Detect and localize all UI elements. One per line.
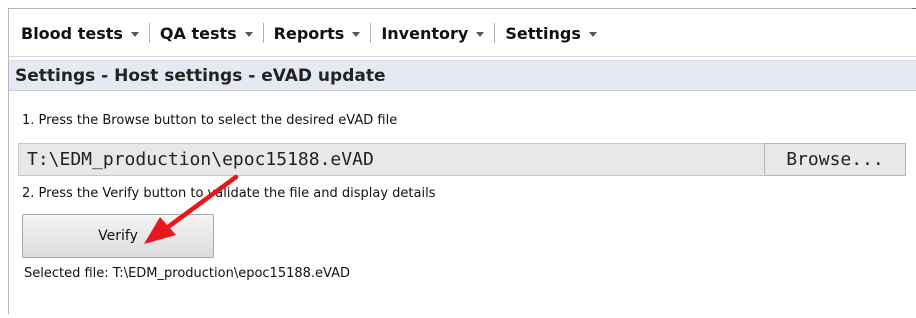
page-header: Settings - Host settings - eVAD update (9, 60, 916, 91)
menu-inventory[interactable]: Inventory (371, 22, 494, 44)
menu-item-label: Inventory (381, 23, 469, 43)
step2-instruction: 2. Press the Verify button to validate t… (22, 186, 436, 201)
menu-item-label: Settings (505, 23, 581, 43)
menu-item-label: QA tests (159, 23, 237, 43)
chevron-down-icon (588, 31, 597, 37)
menu-qa-tests[interactable]: QA tests (150, 22, 263, 44)
page-title: Settings - Host settings - eVAD update (15, 65, 386, 86)
step1-instruction: 1. Press the Browse button to select the… (22, 113, 398, 128)
menu-item-label: Reports (273, 23, 345, 43)
browse-button[interactable]: Browse... (764, 143, 906, 176)
chevron-down-icon (130, 31, 139, 37)
verify-button[interactable]: Verify (22, 214, 214, 258)
menu-settings[interactable]: Settings (495, 22, 607, 44)
main-menu-bar: Blood tests QA tests Reports Inventory S… (9, 10, 916, 57)
menu-item-label: Blood tests (21, 23, 123, 43)
chevron-down-icon (352, 31, 361, 37)
file-select-row: Browse... (18, 143, 906, 176)
chevron-down-icon (476, 31, 485, 37)
menu-reports[interactable]: Reports (264, 22, 371, 44)
menu-blood-tests[interactable]: Blood tests (9, 22, 149, 44)
selected-file-text: Selected file: T:\EDM_production\epoc151… (24, 266, 350, 281)
file-path-field[interactable] (18, 143, 764, 176)
chevron-down-icon (244, 31, 253, 37)
